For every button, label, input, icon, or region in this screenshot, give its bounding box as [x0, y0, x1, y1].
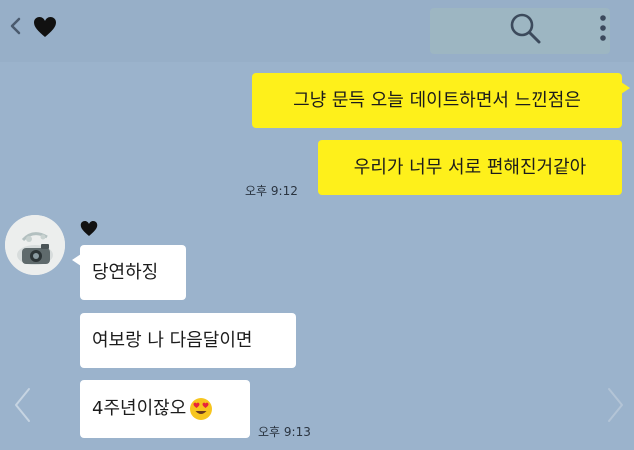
next-arrow-icon[interactable] [602, 385, 628, 425]
sent-bubble-tail [621, 82, 630, 94]
heart-eyes-emoji-icon [190, 398, 213, 420]
received-bubble-tail [72, 254, 81, 266]
received-message-bubble[interactable]: 4주년이잖오 [80, 380, 250, 438]
search-icon[interactable] [505, 8, 545, 48]
sent-message-text: 우리가 너무 서로 편해진거같아 [353, 156, 587, 178]
received-message-text: 당연하징 [92, 261, 159, 283]
back-arrow-icon[interactable] [6, 14, 26, 38]
avatar[interactable] [5, 215, 65, 275]
received-message-text: 여보랑 나 다음달이면 [92, 329, 253, 351]
more-vertical-icon[interactable] [588, 10, 618, 46]
received-message-bubble[interactable]: 당연하징 [80, 245, 186, 300]
previous-arrow-icon[interactable] [10, 385, 36, 425]
received-message-bubble[interactable]: 여보랑 나 다음달이면 [80, 313, 296, 368]
sent-message-text: 그냥 문득 오늘 데이트하면서 느낀점은 [293, 89, 581, 111]
sent-message-bubble[interactable]: 그냥 문득 오늘 데이트하면서 느낀점은 [252, 73, 622, 128]
message-timestamp: 오후 9:12 [245, 184, 298, 198]
message-timestamp: 오후 9:13 [258, 425, 311, 439]
sent-message-bubble[interactable]: 우리가 너무 서로 편해진거같아 [318, 140, 622, 195]
chat-header [0, 0, 634, 62]
avatar-image [5, 215, 65, 275]
sender-heart-icon [80, 221, 98, 236]
received-message-text: 4주년이잖오 [92, 398, 187, 419]
contact-heart-icon[interactable] [33, 16, 57, 38]
